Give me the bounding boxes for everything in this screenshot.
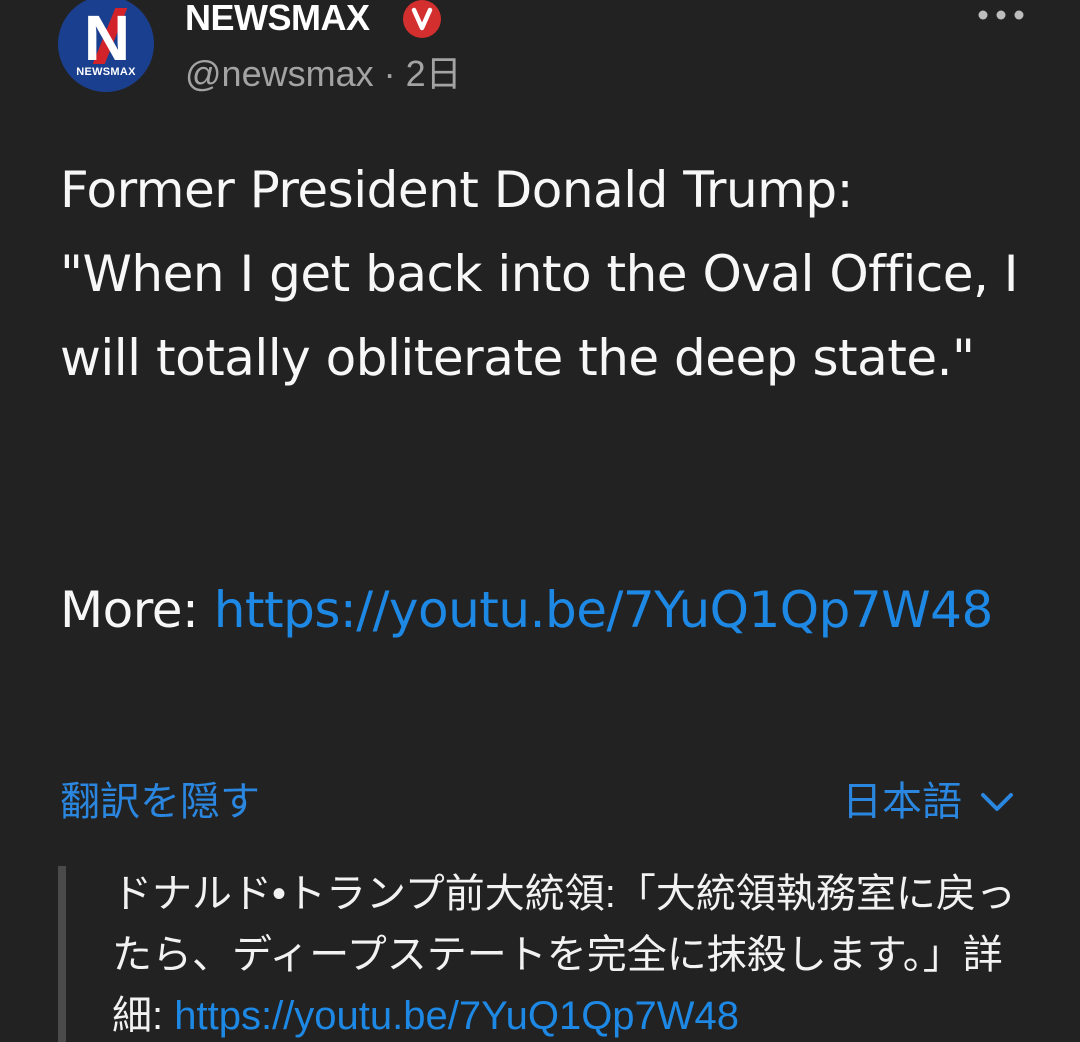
verified-badge-icon (403, 0, 441, 38)
translated-text: ドナルド•トランプ前大統領:「大統領執務室に戻ったら、ディープステートを完全に抹… (112, 864, 1032, 1042)
post-more-line: More: https://youtu.be/7YuQ1Qp7W48 (60, 568, 1020, 652)
avatar-logo-letter: N (83, 2, 130, 74)
post-link[interactable]: https://youtu.be/7YuQ1Qp7W48 (214, 581, 994, 639)
language-selector[interactable]: 日本語 (842, 776, 1014, 828)
more-label: More: (60, 581, 214, 639)
display-name[interactable]: NEWSMAX (185, 0, 370, 38)
avatar-brand-text: NEWSMAX (76, 66, 136, 78)
translation-quote-bar (58, 866, 66, 1042)
more-options-icon[interactable] (976, 2, 1026, 28)
hide-translation-button[interactable]: 翻訳を隠す (60, 776, 260, 828)
translation-link[interactable]: https://youtu.be/7YuQ1Qp7W48 (174, 994, 739, 1038)
separator: · (383, 53, 396, 94)
timestamp[interactable]: 2日 (406, 53, 462, 94)
handle-row: @newsmax · 2日 (185, 52, 462, 96)
language-label: 日本語 (842, 780, 962, 824)
chevron-down-icon (981, 793, 1013, 811)
avatar[interactable]: N NEWSMAX (58, 0, 154, 92)
post-text: Former President Donald Trump: "When I g… (60, 161, 1019, 387)
handle[interactable]: @newsmax (185, 53, 374, 94)
